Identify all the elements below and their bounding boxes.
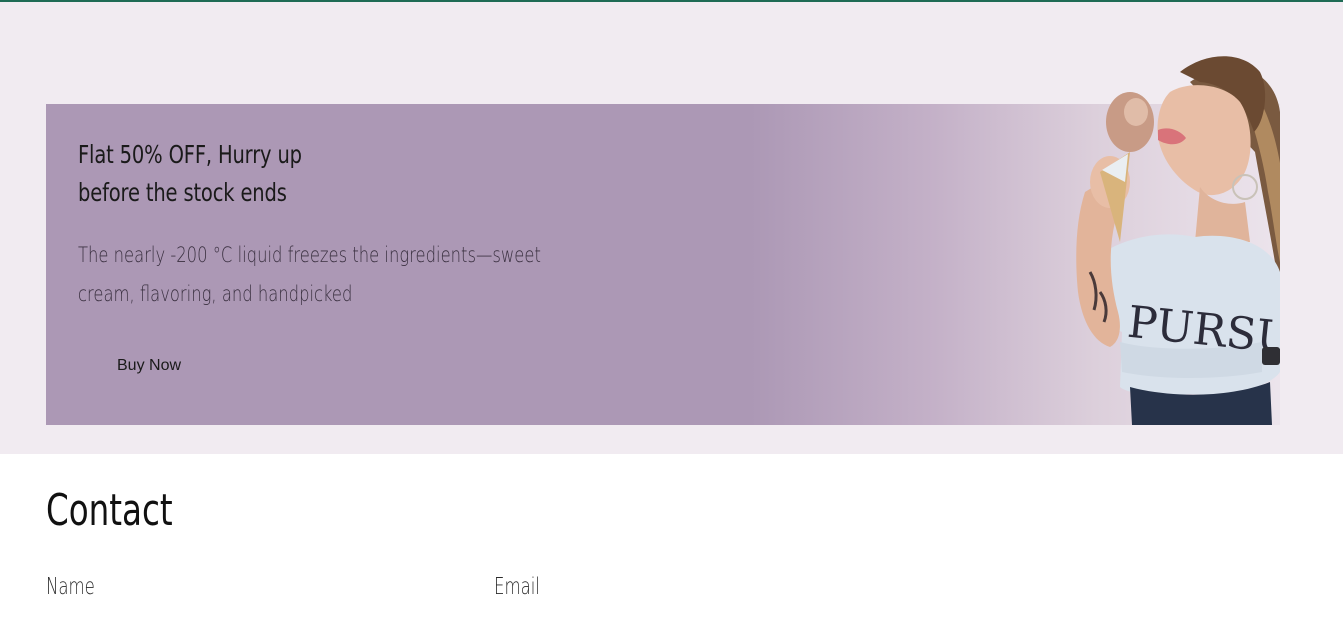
- page: Flat 50% OFF, Hurry up before the stock …: [0, 0, 1343, 630]
- promo-title: Flat 50% OFF, Hurry up before the stock …: [78, 140, 302, 207]
- promo-section: Flat 50% OFF, Hurry up before the stock …: [0, 2, 1343, 454]
- promo-banner: Flat 50% OFF, Hurry up before the stock …: [46, 56, 1280, 425]
- hero-photo-svg: PURSUIT: [1076, 56, 1280, 425]
- neck-shape: [1195, 187, 1250, 242]
- name-field-label: Name: [46, 574, 95, 600]
- contact-heading: Contact: [46, 485, 173, 536]
- promo-description: The nearly -200 °C liquid freezes the in…: [78, 243, 541, 306]
- contact-section: Contact Name Email: [0, 454, 1343, 630]
- watch-shape: [1262, 347, 1280, 365]
- earring-shape: [1232, 174, 1258, 200]
- buy-now-button[interactable]: Buy Now: [98, 348, 200, 384]
- scoop-highlight-shape: [1124, 98, 1148, 126]
- email-field-label: Email: [494, 574, 540, 600]
- woman-with-ice-cream-photo: PURSUIT: [1030, 42, 1280, 425]
